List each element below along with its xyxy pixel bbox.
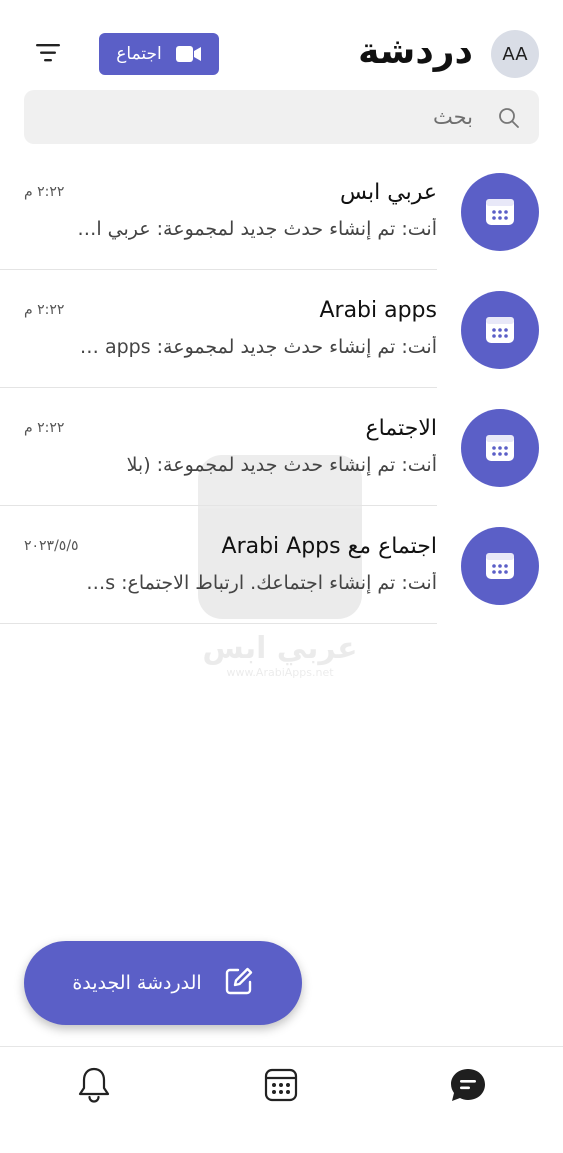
calendar-icon — [461, 527, 539, 605]
calendar-icon — [461, 173, 539, 251]
chat-preview: أنت: تم إنشاء حدث جديد لمجموعة: عربي ابس — [77, 218, 437, 240]
header: AA دردشة اجتماع — [0, 0, 563, 88]
chat-time: ٢:٢٢ م — [24, 302, 65, 318]
nav-activity[interactable] — [74, 1067, 114, 1107]
compose-icon — [224, 966, 254, 1001]
divider — [0, 623, 437, 624]
chat-name: اجتماع مع Arabi Apps — [221, 534, 437, 559]
chat-list: عربي ابس ٢:٢٢ م أنت: تم إنشاء حدث جديد ل… — [0, 152, 563, 624]
search-input[interactable] — [73, 100, 473, 134]
chat-time: ٢:٢٢ م — [24, 184, 65, 200]
avatar[interactable]: AA — [491, 30, 539, 78]
meet-now-button[interactable]: اجتماع — [99, 33, 219, 75]
new-chat-button[interactable]: الدردشة الجديدة — [24, 941, 302, 1025]
chat-list-item[interactable]: اجتماع مع Arabi Apps ٢٠٢٣/٥/٥ أنت: تم إن… — [0, 506, 563, 624]
search-icon — [497, 106, 521, 130]
calendar-icon — [461, 291, 539, 369]
filter-icon[interactable] — [34, 40, 62, 66]
chat-preview: أنت: تم إنشاء اجتماعك. ارتباط الاجتماع: … — [77, 572, 437, 594]
nav-calendar[interactable] — [261, 1067, 301, 1107]
chat-name: الاجتماع — [365, 416, 437, 441]
page-title: دردشة — [358, 31, 473, 72]
meet-button-label: اجتماع — [116, 44, 162, 64]
search-bar[interactable] — [24, 90, 539, 144]
chat-time: ٢:٢٢ م — [24, 420, 65, 436]
bottom-nav — [0, 1046, 563, 1153]
chat-name: عربي ابس — [339, 180, 437, 205]
chat-list-item[interactable]: عربي ابس ٢:٢٢ م أنت: تم إنشاء حدث جديد ل… — [0, 152, 563, 270]
chat-time: ٢٠٢٣/٥/٥ — [24, 538, 79, 554]
chat-name: Arabi apps — [319, 298, 437, 323]
nav-chat[interactable] — [448, 1067, 488, 1107]
chat-list-item[interactable]: الاجتماع ٢:٢٢ م أنت: تم إنشاء حدث جديد ل… — [0, 388, 563, 506]
bell-icon — [77, 1066, 111, 1108]
chat-preview: أنت: تم إنشاء حدث جديد لمجموعة: (بلا — [126, 454, 437, 476]
chat-list-item[interactable]: Arabi apps ٢:٢٢ م أنت: تم إنشاء حدث جديد… — [0, 270, 563, 388]
chat-preview: أنت: تم إنشاء حدث جديد لمجموعة: Arabi ap… — [77, 336, 437, 358]
watermark-url: www.ArabiApps.net — [226, 666, 334, 679]
video-camera-icon — [175, 45, 202, 63]
calendar-icon — [264, 1068, 298, 1106]
watermark-text: عربي ابس — [202, 631, 358, 666]
chat-icon — [449, 1067, 487, 1107]
new-chat-label: الدردشة الجديدة — [72, 972, 202, 994]
calendar-icon — [461, 409, 539, 487]
